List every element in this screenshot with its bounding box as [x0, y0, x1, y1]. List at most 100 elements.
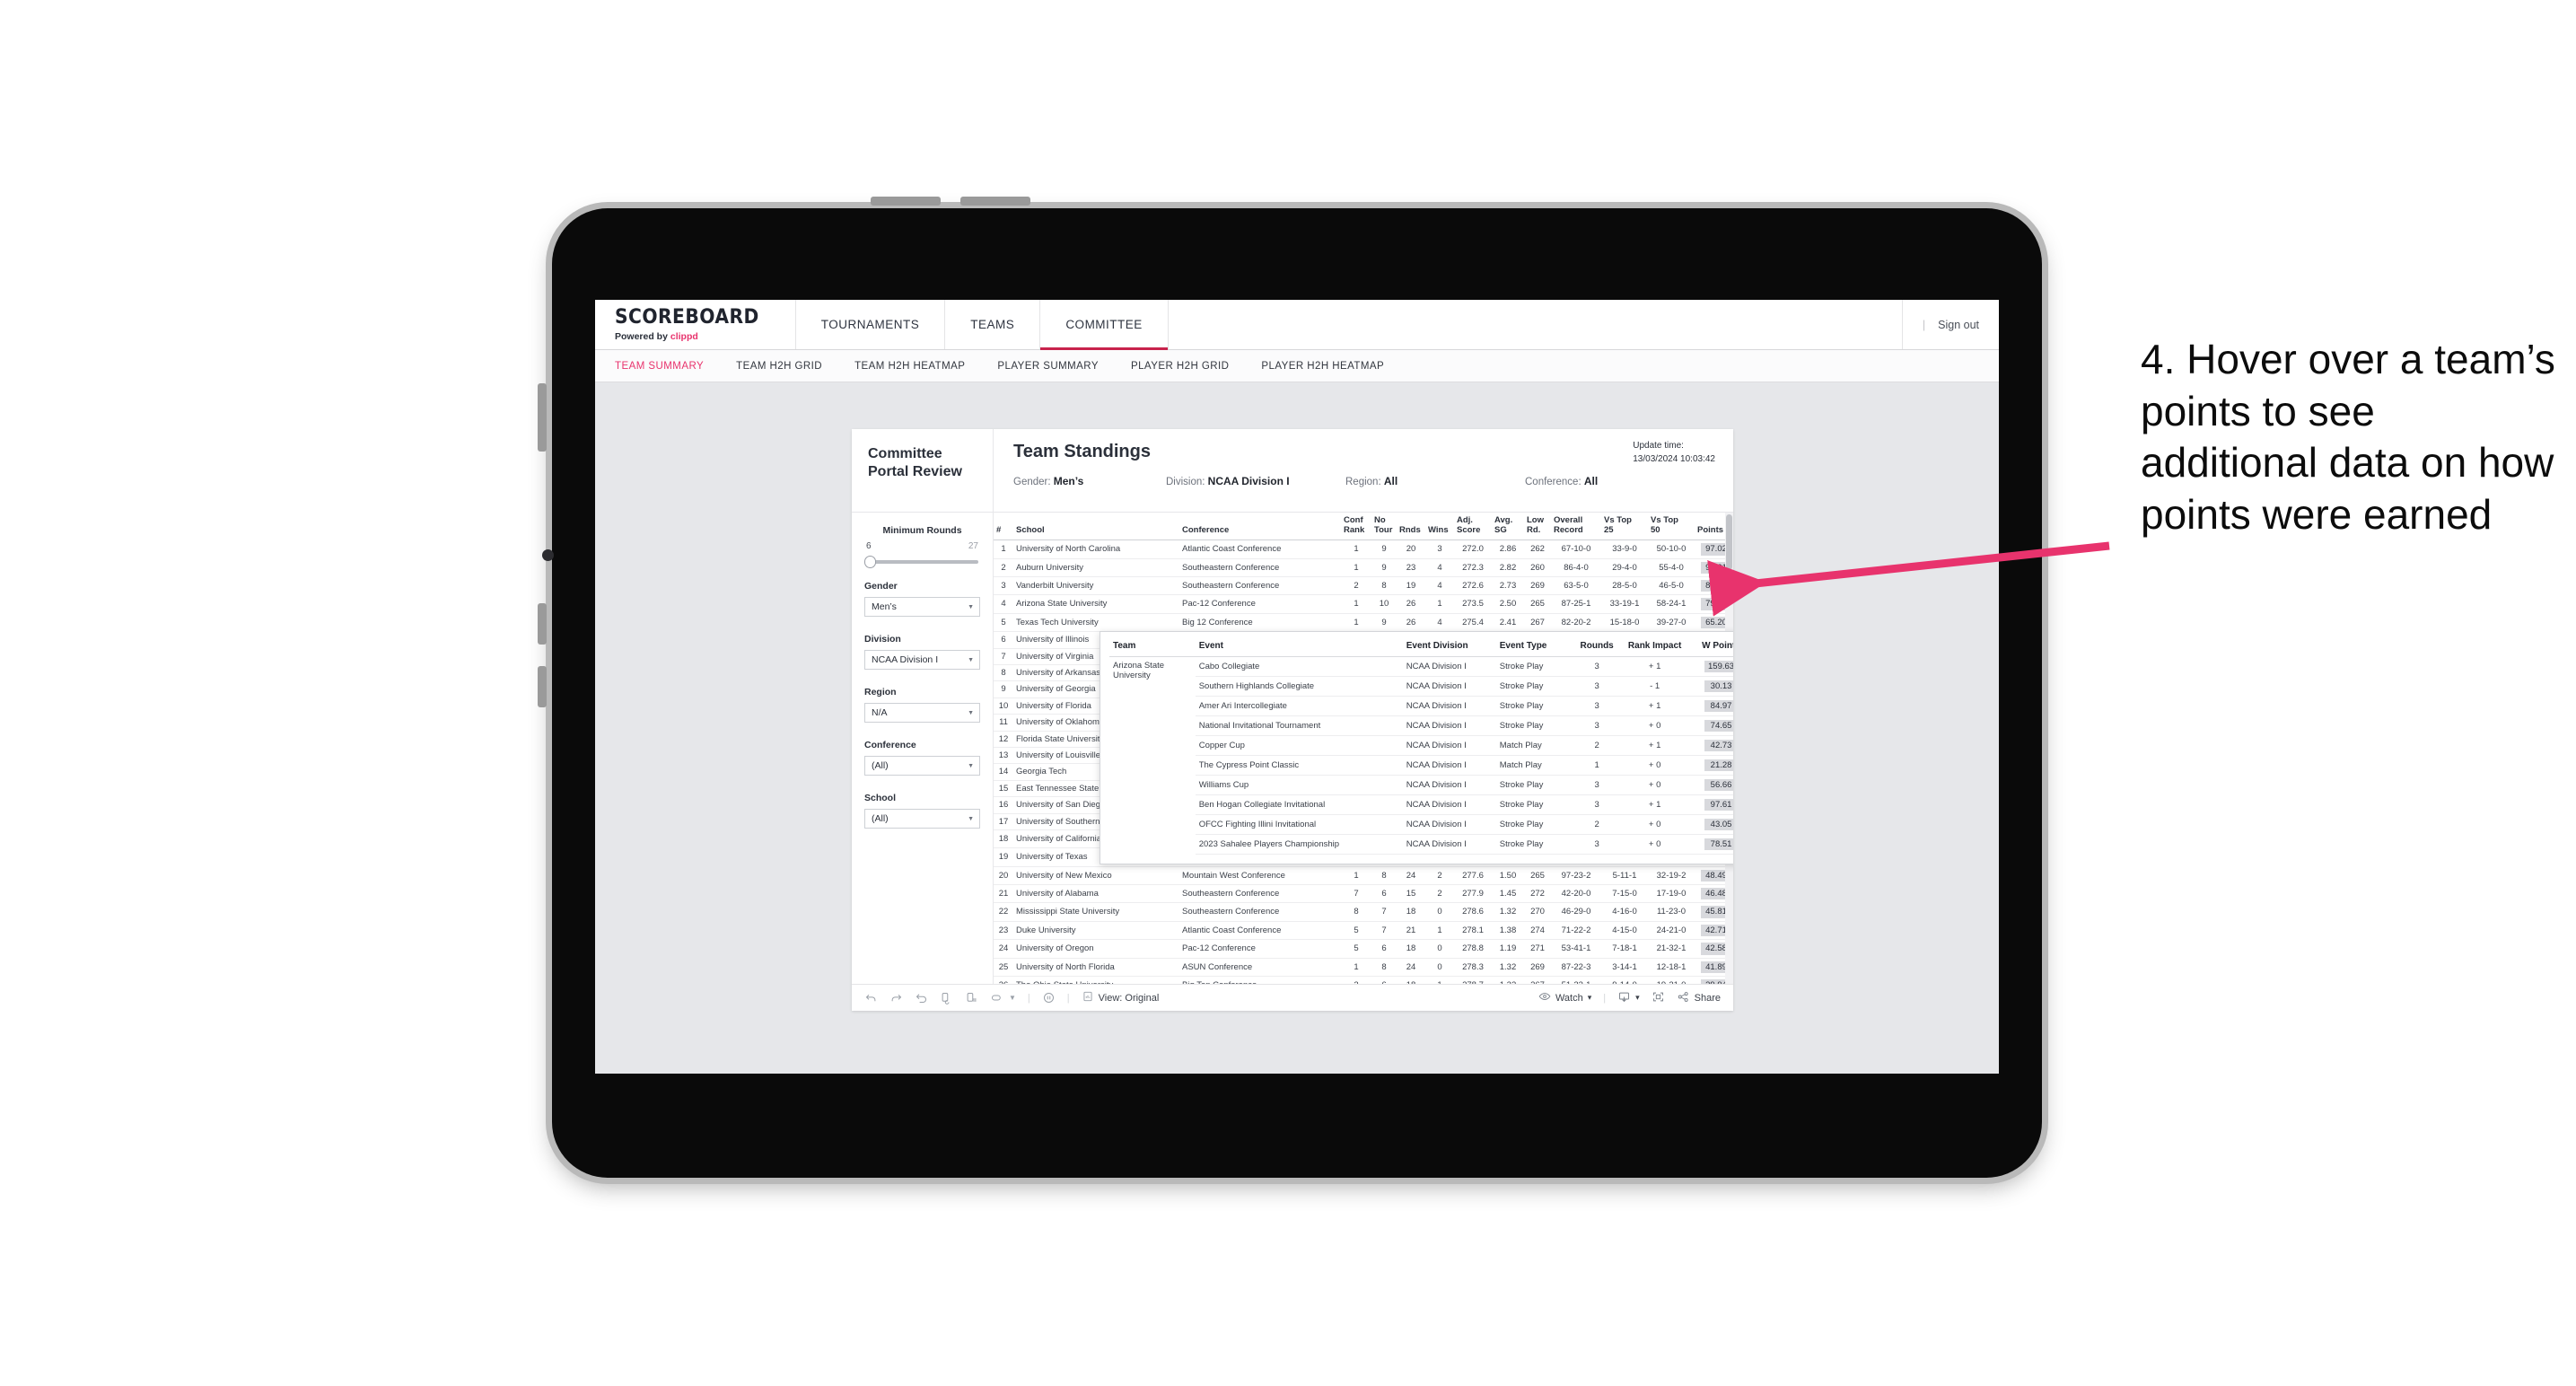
topnav-item-committee[interactable]: COMMITTEE [1040, 300, 1169, 350]
standings-cell-r3-c11[interactable]: 33-19-1 [1601, 594, 1648, 614]
standings-cell-r21-c11[interactable]: 4-16-0 [1601, 902, 1648, 922]
standings-cell-r3-c6[interactable]: 1 [1425, 594, 1454, 614]
standings-cell-r25-c8[interactable]: 1.22 [1492, 976, 1524, 984]
standings-cell-r15-c0[interactable]: 16 [994, 796, 1013, 814]
filter-conference-select[interactable]: (All) ▼ [864, 756, 980, 776]
side-button-3[interactable] [538, 666, 547, 707]
standings-cell-r0-c0[interactable]: 1 [994, 539, 1013, 559]
standings-cell-r23-c0[interactable]: 24 [994, 939, 1013, 959]
standings-cell-r1-c7[interactable]: 272.3 [1454, 558, 1492, 578]
standings-cell-r25-c12[interactable]: 19-21-0 [1648, 976, 1695, 984]
standings-cell-r25-c5[interactable]: 18 [1397, 976, 1425, 984]
standings-cell-r19-c4[interactable]: 8 [1371, 866, 1397, 886]
standings-cell-r23-c8[interactable]: 1.19 [1492, 939, 1524, 959]
standings-cell-r0-c11[interactable]: 33-9-0 [1601, 539, 1648, 559]
highlight-caret-icon[interactable]: ▼ [1009, 994, 1016, 1002]
standings-cell-r25-c10[interactable]: 51-23-1 [1551, 976, 1601, 984]
standings-cell-r20-c10[interactable]: 42-20-0 [1551, 884, 1601, 904]
watch-button[interactable]: Watch ▾ [1538, 990, 1591, 1005]
standings-cell-r22-c1[interactable]: Duke University [1013, 921, 1179, 941]
standings-cell-r24-c6[interactable]: 0 [1425, 958, 1454, 978]
pause-auto-update-icon[interactable] [1042, 991, 1056, 1004]
standings-cell-r21-c10[interactable]: 46-29-0 [1551, 902, 1601, 922]
standings-cell-r4-c7[interactable]: 275.4 [1454, 613, 1492, 633]
standings-cell-r20-c1[interactable]: University of Alabama [1013, 884, 1179, 904]
standings-col-header-0[interactable]: # [994, 513, 1013, 541]
standings-cell-r22-c8[interactable]: 1.38 [1492, 921, 1524, 941]
standings-cell-r3-c2[interactable]: Pac-12 Conference [1179, 594, 1341, 614]
standings-cell-r24-c5[interactable]: 24 [1397, 958, 1425, 978]
standings-cell-r22-c2[interactable]: Atlantic Coast Conference [1179, 921, 1341, 941]
standings-cell-r1-c11[interactable]: 29-4-0 [1601, 558, 1648, 578]
standings-cell-r22-c10[interactable]: 71-22-2 [1551, 921, 1601, 941]
standings-cell-r19-c5[interactable]: 24 [1397, 866, 1425, 886]
standings-cell-r19-c0[interactable]: 20 [994, 866, 1013, 886]
standings-cell-r20-c9[interactable]: 272 [1524, 884, 1551, 904]
standings-cell-r0-c7[interactable]: 272.0 [1454, 539, 1492, 559]
standings-cell-r4-c5[interactable]: 26 [1397, 613, 1425, 633]
standings-cell-r6-c0[interactable]: 7 [994, 648, 1013, 665]
standings-cell-r24-c3[interactable]: 1 [1341, 958, 1371, 978]
side-button-2[interactable] [538, 603, 547, 645]
table-row[interactable]: 23 Duke University Atlantic Coast Conferen… [994, 921, 1733, 941]
table-row[interactable]: 22 Mississippi State University Southeaste… [994, 902, 1733, 922]
volume-down-button[interactable] [960, 197, 1030, 206]
filter-gender-select[interactable]: Men’s ▼ [864, 597, 980, 617]
standings-cell-r7-c0[interactable]: 8 [994, 664, 1013, 682]
volume-up-button[interactable] [871, 197, 941, 206]
standings-cell-r25-c7[interactable]: 278.7 [1454, 976, 1492, 984]
refresh-data-icon[interactable] [940, 991, 953, 1004]
standings-cell-r24-c1[interactable]: University of North Florida [1013, 958, 1179, 978]
standings-cell-r8-c0[interactable]: 9 [994, 680, 1013, 698]
standings-cell-r22-c11[interactable]: 4-15-0 [1601, 921, 1648, 941]
standings-cell-r2-c11[interactable]: 28-5-0 [1601, 576, 1648, 596]
standings-cell-r21-c12[interactable]: 11-23-0 [1648, 902, 1695, 922]
standings-cell-r21-c6[interactable]: 0 [1425, 902, 1454, 922]
standings-cell-r20-c6[interactable]: 2 [1425, 884, 1454, 904]
standings-cell-r23-c10[interactable]: 53-41-1 [1551, 939, 1601, 959]
share-button[interactable]: Share [1677, 990, 1721, 1006]
standings-cell-r25-c0[interactable]: 26 [994, 976, 1013, 984]
standings-cell-r25-c9[interactable]: 267 [1524, 976, 1551, 984]
power-button[interactable] [538, 383, 547, 452]
highlight-icon[interactable] [990, 991, 1003, 1004]
standings-cell-r23-c1[interactable]: University of Oregon [1013, 939, 1179, 959]
table-row[interactable]: 25 University of North Florida ASUN Confer… [994, 958, 1733, 978]
standings-cell-r22-c9[interactable]: 274 [1524, 921, 1551, 941]
standings-col-header-8[interactable]: Avg. SG [1492, 513, 1524, 541]
standings-cell-r2-c6[interactable]: 4 [1425, 576, 1454, 596]
table-row[interactable]: 24 University of Oregon Pac-12 Conference 5… [994, 939, 1733, 959]
standings-cell-r23-c5[interactable]: 18 [1397, 939, 1425, 959]
standings-cell-r23-c11[interactable]: 7-18-1 [1601, 939, 1648, 959]
pause-refresh-icon[interactable] [965, 991, 978, 1004]
standings-cell-r1-c0[interactable]: 2 [994, 558, 1013, 578]
standings-cell-r24-c12[interactable]: 12-18-1 [1648, 958, 1695, 978]
standings-cell-r5-c0[interactable]: 6 [994, 631, 1013, 649]
standings-cell-r19-c6[interactable]: 2 [1425, 866, 1454, 886]
standings-cell-r25-c11[interactable]: 9-14-0 [1601, 976, 1648, 984]
standings-cell-r20-c2[interactable]: Southeastern Conference [1179, 884, 1341, 904]
standings-cell-r20-c11[interactable]: 7-15-0 [1601, 884, 1648, 904]
standings-cell-r0-c1[interactable]: University of North Carolina [1013, 539, 1179, 559]
standings-cell-r19-c10[interactable]: 97-23-2 [1551, 866, 1601, 886]
standings-cell-r18-c0[interactable]: 19 [994, 847, 1013, 867]
standings-cell-r20-c0[interactable]: 21 [994, 884, 1013, 904]
standings-cell-r1-c6[interactable]: 4 [1425, 558, 1454, 578]
standings-cell-r0-c4[interactable]: 9 [1371, 539, 1397, 559]
standings-cell-r20-c5[interactable]: 15 [1397, 884, 1425, 904]
standings-cell-r3-c4[interactable]: 10 [1371, 594, 1397, 614]
standings-cell-r25-c3[interactable]: 2 [1341, 976, 1371, 984]
standings-cell-r23-c12[interactable]: 21-32-1 [1648, 939, 1695, 959]
standings-cell-r1-c5[interactable]: 23 [1397, 558, 1425, 578]
standings-cell-r22-c5[interactable]: 21 [1397, 921, 1425, 941]
standings-cell-r21-c8[interactable]: 1.32 [1492, 902, 1524, 922]
standings-col-header-10[interactable]: Overall Record [1551, 513, 1601, 541]
standings-cell-r21-c7[interactable]: 278.6 [1454, 902, 1492, 922]
standings-cell-r3-c1[interactable]: Arizona State University [1013, 594, 1179, 614]
standings-cell-r0-c9[interactable]: 262 [1524, 539, 1551, 559]
standings-cell-r23-c2[interactable]: Pac-12 Conference [1179, 939, 1341, 959]
standings-cell-r2-c5[interactable]: 19 [1397, 576, 1425, 596]
standings-col-header-1[interactable]: School [1013, 513, 1179, 541]
standings-cell-r1-c10[interactable]: 86-4-0 [1551, 558, 1601, 578]
standings-cell-r4-c6[interactable]: 4 [1425, 613, 1454, 633]
